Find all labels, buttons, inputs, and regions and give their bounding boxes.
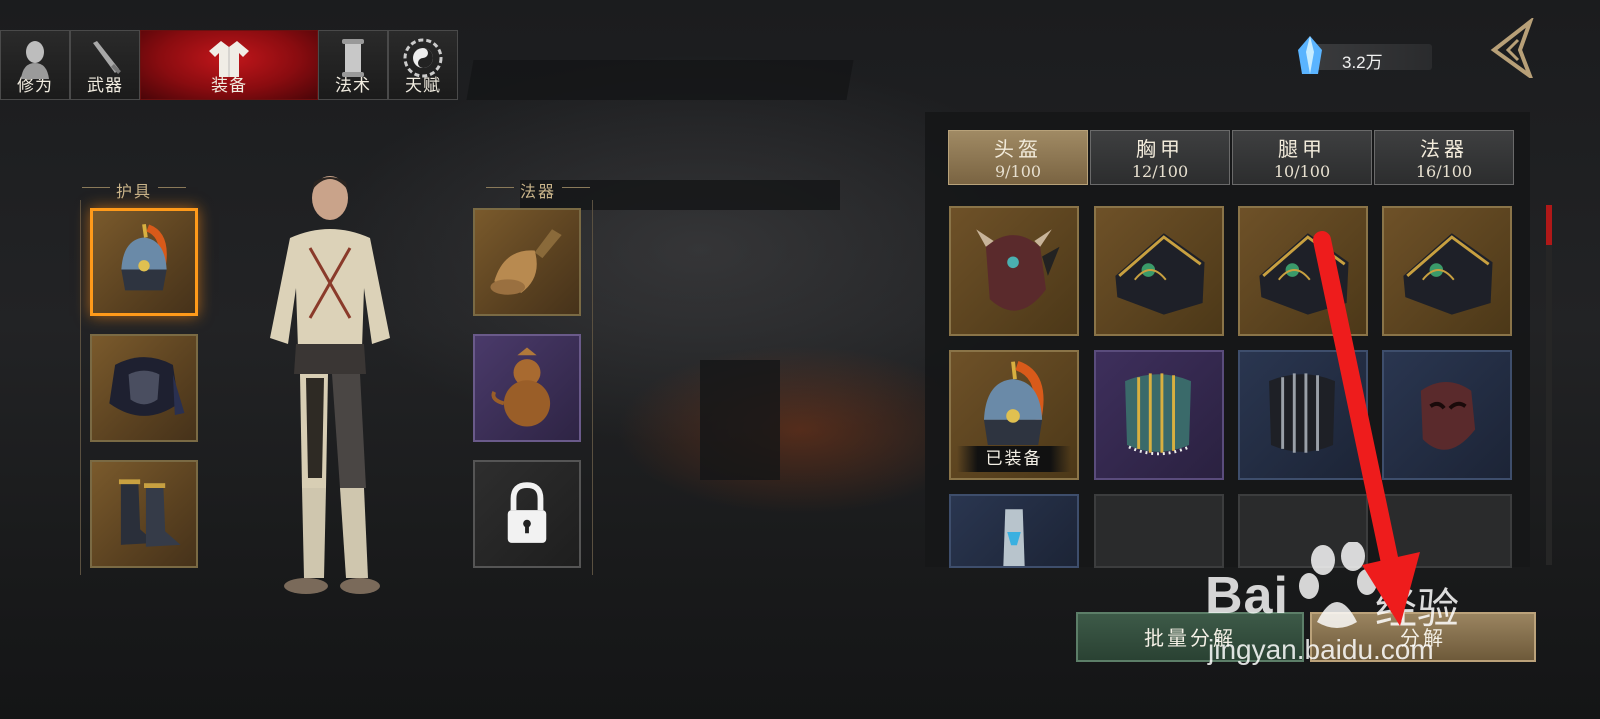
watermark-brand: Bai [1205,567,1289,625]
background-temple [466,60,854,100]
tab-weapon[interactable]: 武器 [70,30,140,100]
inventory-empty-cell[interactable] [1238,494,1368,568]
helmet-slot[interactable] [90,208,198,316]
inventory-item[interactable] [1238,206,1368,336]
boots-icon [118,479,181,547]
watermark-brand-cn: 经验 [1375,584,1460,633]
equipped-badge: 已装备 [957,446,1071,472]
sword-icon [93,41,121,74]
tab-equipment[interactable]: 装备 [140,30,318,100]
armor-section-title: 护具 [81,178,187,202]
chest-armor-icon [109,357,185,416]
inventory-item-equipped[interactable]: 已装备 [949,350,1079,480]
magic-section-title: 法器 [485,178,591,202]
chest-armor-slot[interactable] [90,334,198,442]
inventory-item[interactable] [1094,206,1224,336]
inventory-item[interactable] [949,206,1079,336]
character-model [270,176,390,594]
tab-cultivation[interactable]: 修为 [0,30,70,100]
category-tab-chest[interactable]: 胸甲 12/100 [1090,130,1230,185]
currency-value: 3.2万 [1342,53,1383,72]
bracer-icon [1003,509,1025,566]
background-temple-roof [520,180,840,210]
inventory-item[interactable] [949,494,1079,568]
top-nav: 修为 武器 装备 法术 天赋 [0,30,458,100]
back-icon[interactable] [1488,18,1538,78]
robe-icon [209,41,249,77]
tab-talent[interactable]: 天赋 [388,30,458,100]
scroll-icon [342,39,364,77]
cultivator-head-icon [21,41,49,79]
divider [80,200,81,575]
bagua-icon [403,38,443,78]
inventory-item[interactable] [1238,350,1368,480]
magic-slot-bell[interactable] [473,208,581,316]
inventory-item[interactable] [1094,350,1224,480]
inventory-scrollbar[interactable] [1546,205,1552,565]
ribbed-armor-icon [1125,373,1191,456]
watermark-url: jingyan.baidu.com [1208,634,1434,665]
magic-slot-locked[interactable] [473,460,581,568]
inventory-item[interactable] [1382,350,1512,480]
ribbed-armor-icon [1269,373,1335,453]
divider [592,200,593,575]
shoulder-armor-icon [1115,233,1205,315]
tab-spell[interactable]: 法术 [318,30,388,100]
lock-icon [507,482,547,543]
boots-slot[interactable] [90,460,198,568]
bell-icon [490,229,562,295]
demon-mask-icon [976,229,1060,311]
demon-mask-icon [1420,382,1476,450]
inventory-item[interactable] [1382,206,1512,336]
gourd-icon [491,347,551,427]
category-tab-artifact[interactable]: 法器 16/100 [1374,130,1514,185]
scroll-thumb[interactable] [1546,205,1552,245]
magic-slot-gourd[interactable] [473,334,581,442]
helmet-icon [121,223,167,291]
blue-crystal-icon [1298,36,1322,74]
background-pagoda [700,360,780,480]
currency-display: 3.2万 [1292,36,1442,74]
inventory-empty-cell[interactable] [1094,494,1224,568]
category-tab-helmet[interactable]: 头盔 9/100 [948,130,1088,185]
inventory-empty-cell[interactable] [1382,494,1512,568]
shoulder-armor-icon [1403,233,1493,315]
category-tab-legs[interactable]: 腿甲 10/100 [1232,130,1372,185]
shoulder-armor-icon [1259,233,1349,315]
